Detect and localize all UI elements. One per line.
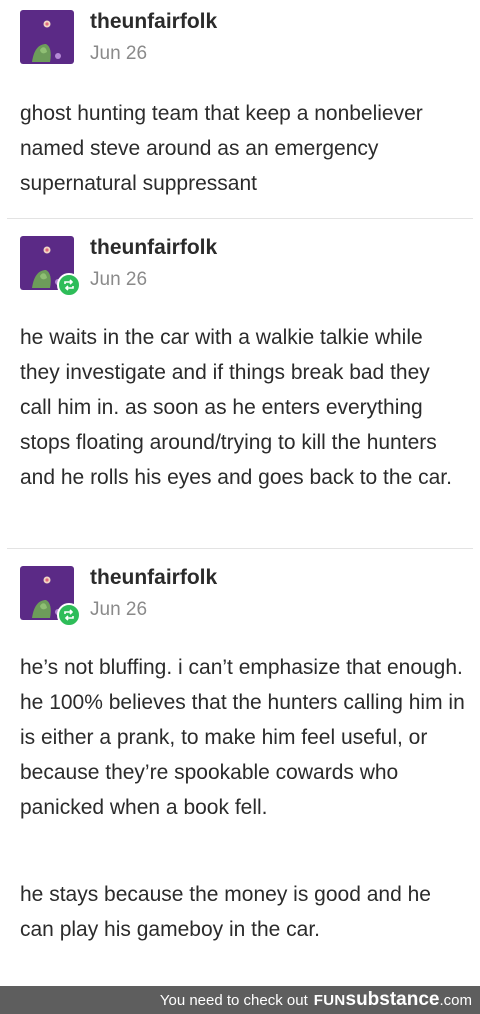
post-header: theunfairfolk Jun 26: [20, 236, 217, 297]
avatar-illustration-icon: [32, 20, 61, 62]
post-text: he stays because the money is good and h…: [20, 883, 431, 941]
post-header: theunfairfolk Jun 26: [20, 10, 217, 66]
watermark-footer: You need to check out FUN substance .com: [0, 986, 480, 1014]
footer-brand-tld: .com: [439, 991, 472, 1009]
footer-brand-substance: substance: [345, 989, 440, 1010]
post-date: Jun 26: [90, 269, 148, 290]
post-text: he’s not bluffing. i can’t emphasize tha…: [20, 656, 465, 819]
username[interactable]: theunfairfolk: [90, 10, 217, 34]
divider: [7, 218, 473, 219]
post-text: ghost hunting team that keep a nonbeliev…: [20, 102, 423, 195]
reblog-icon: [57, 603, 81, 627]
post-date: Jun 26: [90, 43, 148, 64]
post-text: he waits in the car with a walkie talkie…: [20, 326, 452, 489]
divider: [7, 548, 473, 549]
avatar[interactable]: [20, 566, 81, 627]
footer-brand-fun: FUN: [313, 991, 346, 1009]
reblog-icon: [57, 273, 81, 297]
avatar[interactable]: [20, 10, 74, 64]
username[interactable]: theunfairfolk: [90, 566, 217, 590]
username[interactable]: theunfairfolk: [90, 236, 217, 260]
footer-message: You need to check out: [159, 991, 308, 1009]
post-date: Jun 26: [90, 599, 148, 620]
post-header: theunfairfolk Jun 26: [20, 566, 217, 627]
avatar[interactable]: [20, 236, 81, 297]
